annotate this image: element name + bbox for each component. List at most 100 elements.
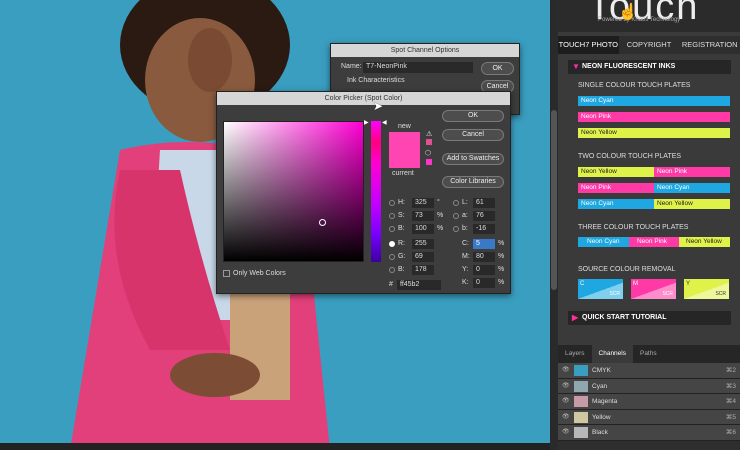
name-label: Name:: [341, 63, 362, 70]
tab-copyright[interactable]: COPYRIGHT: [618, 36, 680, 54]
two-2b[interactable]: Neon Cyan: [654, 183, 730, 193]
channel-row[interactable]: 👁 Magenta ⌘4: [558, 394, 740, 410]
lab-b-input[interactable]: -16: [473, 224, 495, 234]
lab-l-input[interactable]: 61: [473, 198, 495, 208]
current-label: current: [392, 170, 414, 177]
k-input[interactable]: 0: [473, 278, 495, 288]
color-libraries-button[interactable]: Color Libraries: [442, 176, 504, 188]
saturation-radio[interactable]: [389, 213, 395, 219]
m-unit: %: [498, 253, 505, 260]
channel-row[interactable]: 👁 Black ⌘6: [558, 425, 740, 441]
b-input[interactable]: 100: [412, 224, 434, 234]
lab-a-label: a:: [462, 212, 468, 219]
header-label: NEON FLUORESCENT INKS: [582, 63, 676, 70]
three-pink[interactable]: Neon Pink: [629, 237, 679, 247]
lab-b-label: b:: [462, 225, 468, 232]
two-1b[interactable]: Neon Pink: [654, 167, 730, 177]
spot-ok-button[interactable]: OK: [481, 62, 514, 75]
channel-thumbnail: [574, 380, 588, 392]
quick-start-tutorial[interactable]: ▶ QUICK START TUTORIAL: [568, 311, 731, 325]
two-3b[interactable]: Neon Yellow: [654, 199, 730, 209]
single-neon-cyan[interactable]: Neon Cyan: [578, 96, 730, 106]
c-label: C:: [462, 240, 469, 247]
s-input[interactable]: 73: [412, 211, 434, 221]
three-yellow[interactable]: Neon Yellow: [679, 237, 730, 247]
green-radio[interactable]: [389, 254, 395, 260]
channel-thumbnail: [574, 365, 588, 376]
eye-icon[interactable]: 👁: [562, 379, 570, 394]
three-cyan[interactable]: Neon Cyan: [578, 237, 629, 247]
hand-cursor-icon: ☝: [618, 4, 638, 21]
logo-text: Touch: [588, 0, 700, 28]
scr-yellow-button[interactable]: Y SCR: [684, 279, 729, 299]
eye-icon[interactable]: 👁: [562, 394, 570, 409]
blue-input[interactable]: 178: [412, 265, 434, 275]
tab-channels[interactable]: Channels: [591, 345, 633, 363]
scr-magenta-button[interactable]: M SCR: [631, 279, 676, 299]
red-radio[interactable]: [389, 241, 395, 247]
r-input[interactable]: 255: [412, 239, 434, 249]
tab-registration[interactable]: REGISTRATION: [679, 36, 740, 54]
m-input[interactable]: 80: [473, 252, 495, 262]
h-input[interactable]: 325: [412, 198, 434, 208]
web-safe-cube-icon[interactable]: ⬡: [425, 149, 431, 157]
channel-row[interactable]: 👁 Cyan ⌘3: [558, 378, 740, 394]
c-input[interactable]: 5: [473, 239, 495, 249]
two-3a[interactable]: Neon Cyan: [578, 199, 654, 209]
channel-thumbnail: [574, 427, 588, 438]
two-1a[interactable]: Neon Yellow: [578, 167, 654, 177]
add-to-swatches-button[interactable]: Add to Swatches: [442, 153, 504, 165]
channel-name-input[interactable]: T7-NeonPink: [363, 62, 473, 73]
scrollbar-thumb[interactable]: [551, 110, 557, 290]
y-input[interactable]: 0: [473, 265, 495, 275]
color-field-marker[interactable]: [319, 219, 326, 226]
only-web-colors-label: Only Web Colors: [233, 270, 286, 277]
single-neon-yellow[interactable]: Neon Yellow: [578, 128, 730, 138]
lab-l-radio[interactable]: [453, 200, 459, 206]
hue-slider-arrow-right-icon[interactable]: ◀: [382, 119, 387, 126]
b-unit: %: [437, 225, 444, 232]
eye-icon[interactable]: 👁: [562, 410, 570, 425]
only-web-colors-checkbox[interactable]: [223, 270, 230, 277]
brightness-radio[interactable]: [389, 226, 395, 232]
neon-inks-header[interactable]: ▼ NEON FLUORESCENT INKS: [568, 60, 731, 74]
s-label: S:: [398, 212, 405, 219]
gamut-swatch[interactable]: [426, 139, 432, 145]
color-field[interactable]: [223, 121, 364, 262]
picker-ok-button[interactable]: OK: [442, 110, 504, 122]
hue-slider[interactable]: ▶ ◀: [364, 120, 387, 262]
hue-radio[interactable]: [389, 200, 395, 206]
lab-a-radio[interactable]: [453, 213, 459, 219]
channel-name: CMYK: [592, 367, 611, 374]
lab-b-radio[interactable]: [453, 226, 459, 232]
y-unit: %: [498, 266, 505, 273]
tab-touch7-photo[interactable]: TOUCH7 PHOTO: [558, 36, 619, 54]
eye-icon[interactable]: 👁: [562, 425, 570, 440]
canvas-scrollbar[interactable]: [550, 0, 558, 450]
lab-a-input[interactable]: 76: [473, 211, 495, 221]
hue-slider-arrow-icon[interactable]: ▶: [364, 119, 369, 126]
channel-row[interactable]: 👁 CMYK ⌘2: [558, 363, 740, 379]
tab-paths[interactable]: Paths: [633, 345, 664, 363]
web-safe-swatch[interactable]: [426, 159, 432, 165]
channel-shortcut: ⌘2: [725, 367, 736, 374]
scr-cyan-button[interactable]: C SCR: [578, 279, 623, 299]
g-input[interactable]: 69: [412, 252, 434, 262]
tab-layers[interactable]: Layers: [558, 345, 592, 363]
single-neon-pink[interactable]: Neon Pink: [578, 112, 730, 122]
eye-icon[interactable]: 👁: [562, 363, 570, 378]
channels-panel: Layers Channels Paths 👁 CMYK ⌘2 👁 Cyan ⌘3 …: [558, 345, 740, 450]
scr-y-label: SCR: [715, 291, 726, 297]
s-unit: %: [437, 212, 444, 219]
picker-cancel-button[interactable]: Cancel: [442, 129, 504, 141]
channel-thumbnail: [574, 411, 588, 423]
scr-m-label: SCR: [662, 291, 673, 297]
source-removal-title: SOURCE COLOUR REMOVAL: [578, 266, 676, 273]
channel-name: Black: [592, 429, 608, 436]
channel-row[interactable]: 👁 Yellow ⌘5: [558, 409, 740, 425]
touch-logo: Touch Powered by Khaos Technology ☝: [558, 0, 740, 32]
gamut-warning-icon[interactable]: ⚠: [426, 130, 432, 138]
two-2a[interactable]: Neon Pink: [578, 183, 654, 193]
blue-radio[interactable]: [389, 267, 395, 273]
hex-input[interactable]: ff45b2: [397, 280, 441, 290]
